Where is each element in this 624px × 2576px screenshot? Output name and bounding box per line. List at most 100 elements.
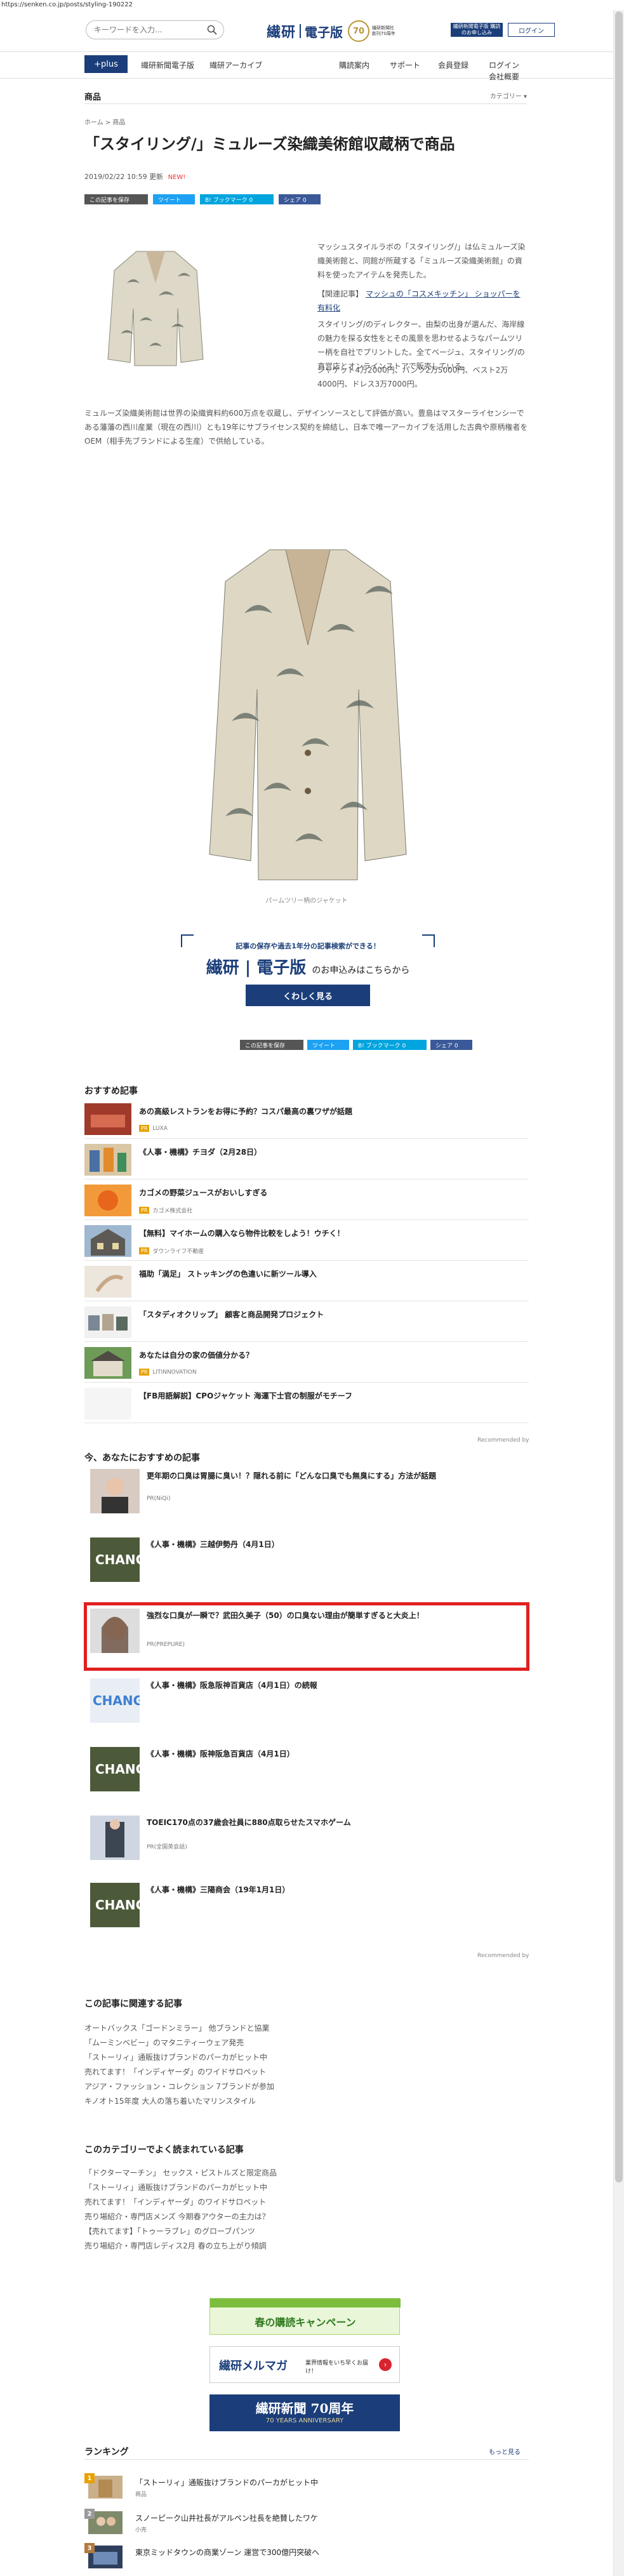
anniversary-banner[interactable]: 繊研新聞 70周年 70 YEARS ANNIVERSARY <box>209 2394 400 2431</box>
jacket-thumbnail-image[interactable] <box>102 239 209 372</box>
popular-links: 「ドクターマーチン」 セックス・ピストルズと限定商品 「ストーリィ」通販抜けブラ… <box>84 2166 338 2254</box>
share-row-bottom: この記事を保存 ツイート B! ブックマーク 0 シェア 0 <box>240 1040 472 1050</box>
svg-text:CHANG: CHANG <box>95 1552 140 1567</box>
anniversary-banner-title: 繊研新聞 70周年 <box>255 2401 354 2416</box>
jacket-main-image[interactable] <box>181 524 435 893</box>
logo-sub: 電子版 <box>305 24 343 40</box>
article-thumbnail <box>84 1144 131 1176</box>
facebook-share-button[interactable]: シェア 0 <box>279 194 321 204</box>
ranking-title: 東京ミッドタウンの商業ゾーン 運営で300億円突破へ <box>135 2548 320 2557</box>
campaign-banner[interactable]: 春の購読キャンペーン <box>209 2298 401 2335</box>
related-link[interactable]: オートバックス「ゴードンミラー」 他ブランドと協業 <box>84 2021 338 2036</box>
recommended-item-title: あの高級レストランをお得に予約？コスパ最高の裏ワザが話題 <box>139 1107 353 1116</box>
related-link[interactable]: 売れてます！「インディヤーダ」のワイドサロペット <box>84 2065 338 2080</box>
nav-link-register[interactable]: 会員登録 <box>438 60 468 70</box>
recommended-item[interactable]: 福助「満足」 ストッキングの色違いに新ツール導入 <box>84 1262 529 1301</box>
recommended-item[interactable]: カゴメの野菜ジュースがおいしすぎる PR カゴメ株式会社 <box>84 1181 529 1220</box>
now-recommended-title: 《人事・機構》阪急阪神百貨店（4月1日）の続報 <box>147 1681 317 1690</box>
article-title: 「スタイリング/」ミュルーズ染織美術館収蔵柄で商品 <box>84 135 455 153</box>
facebook-share-button-bottom[interactable]: シェア 0 <box>430 1040 472 1050</box>
hatena-bookmark-button[interactable]: B! ブックマーク 0 <box>200 194 274 204</box>
header-login-button[interactable]: ログイン <box>508 23 555 37</box>
save-article-button-bottom[interactable]: この記事を保存 <box>240 1040 303 1050</box>
promo-details-button[interactable]: くわしく見る <box>246 985 370 1006</box>
nav-link-archive[interactable]: 繊研アーカイブ <box>209 60 262 70</box>
article-date: 2019/02/22 10:59 更新 <box>84 173 164 181</box>
nav-link-company[interactable]: 会社概要 <box>489 71 519 82</box>
svg-text:CHANG: CHANG <box>93 1693 140 1708</box>
tweet-button[interactable]: ツイート <box>153 194 195 204</box>
recommended-by-label[interactable]: Recommended by <box>477 1437 529 1444</box>
popular-link[interactable]: 「ストーリィ」通販抜けブランドのパーカがヒット中 <box>84 2181 338 2195</box>
image-caption: パームツリー柄のジャケット <box>265 898 348 905</box>
sponsor-name: ダウンライフ不動産 <box>152 1249 204 1255</box>
recommended-item[interactable]: 【FB用語解説】CPOジャケット 海運下士官の制服がモチーフ <box>84 1384 529 1423</box>
sponsor-label: PR LUXA <box>139 1125 168 1132</box>
related-link[interactable]: 「ストーリィ」通販抜けブランドのパーカがヒット中 <box>84 2050 338 2065</box>
nav-link-subscription[interactable]: 購読案内 <box>339 60 369 70</box>
sponsor-label: PR ダウンライフ不動産 <box>139 1247 204 1255</box>
promo-logo: 繊研 | 電子版 のお申込みはこちらから <box>181 955 435 978</box>
search-input[interactable] <box>94 25 202 34</box>
related-links: オートバックス「ゴードンミラー」 他ブランドと協業 「ムーミンベビー」のマタニテ… <box>84 2021 338 2109</box>
search-box[interactable] <box>86 20 224 39</box>
logo-divider <box>300 24 302 38</box>
hatena-bookmark-button-bottom[interactable]: B! ブックマーク 0 <box>353 1040 427 1050</box>
now-recommended-item[interactable]: CHANG 《人事・機構》三陽商会（19年1月1日） <box>84 1879 529 1940</box>
digital-promo-box: 記事の保存や過去1年分の記事検索ができる！ 繊研 | 電子版 のお申込みはこちら… <box>181 934 435 1017</box>
article-thumbnail <box>84 1347 131 1379</box>
now-recommended-item[interactable]: CHANG 《人事・機構》阪神阪急百貨店（4月1日） <box>84 1743 529 1804</box>
save-article-button[interactable]: この記事を保存 <box>84 194 148 204</box>
browser-url: https://senken.co.jp/posts/styling-19022… <box>1 1 133 8</box>
related-link[interactable]: アジア・ファッション・コレクション 7ブランドが参加 <box>84 2080 338 2094</box>
recommended-item[interactable]: あの高級レストランをお得に予約？コスパ最高の裏ワザが話題 PR LUXA <box>84 1099 529 1139</box>
now-recommended-item[interactable]: CHANG 《人事・機構》阪急阪神百貨店（4月1日）の続報 <box>84 1675 529 1736</box>
category-label: 商品 <box>84 93 102 102</box>
related-link[interactable]: キノオト15年度 大人の落ち着いたマリンスタイル <box>84 2094 338 2109</box>
now-recommended-item[interactable]: 更年期の口臭は胃腸に臭い！？隠れる前に「どんな口臭でも無臭にする」方法が話題 P… <box>84 1465 529 1526</box>
nav-link-digital[interactable]: 繊研新聞電子版 <box>141 60 194 70</box>
popular-link[interactable]: 売り場紹介・専門店メンズ 今期春アウターの主力は？ <box>84 2210 338 2224</box>
ranking-item[interactable]: 2 スノーピーク山井社長がアルペン社長を絶賛したワケ 小売 <box>84 2506 529 2535</box>
popular-link[interactable]: 【売れてます】「トゥーラブレ」のグローブパンツ <box>84 2224 338 2239</box>
nav-link-support[interactable]: サポート <box>390 60 420 70</box>
related-link[interactable]: 「ムーミンベビー」のマタニティーウェア発売 <box>84 2036 338 2050</box>
anniversary-text: 繊研新聞社創刊70周年 <box>372 25 395 36</box>
popular-link[interactable]: 売れてます！「インディヤーダ」のワイドサロペット <box>84 2195 338 2210</box>
promo-corner <box>422 934 435 947</box>
site-logo[interactable]: 繊研 電子版 70 繊研新聞社創刊70周年 <box>267 19 400 43</box>
tweet-button-bottom[interactable]: ツイート <box>307 1040 349 1050</box>
category-select[interactable]: カテゴリー ▾ <box>490 91 527 100</box>
popular-link[interactable]: 売り場紹介・専門店レディス2月 春の立ち上がり傾調 <box>84 2239 338 2254</box>
anniversary-badge: 70 <box>348 20 370 42</box>
breadcrumb[interactable]: ホーム > 商品 <box>84 117 125 126</box>
now-recommended-item[interactable]: TOEIC170点の37歳会社員に880点取らせたスマホゲーム PR(全国英会話… <box>84 1812 529 1873</box>
ranking-item[interactable]: 3 東京ミッドタウンの商業ゾーン 運営で300億円突破へ <box>84 2540 529 2570</box>
recommended-item[interactable]: 《人事・機構》チヨダ（2月28日） <box>84 1140 529 1179</box>
mailmag-banner[interactable]: 繊研メルマガ 業界情報をいち早くお届け！ › <box>209 2346 400 2383</box>
subscribe-banner[interactable]: 繊研新聞電子版 購読のお申し込み <box>451 23 503 37</box>
now-recommended-item[interactable]: CHANG 《人事・機構》三越伊勢丹（4月1日） <box>84 1534 529 1595</box>
ranking-item[interactable]: 1 「ストーリィ」通販抜けブランドのパーカがヒット中 商品 <box>84 2471 529 2500</box>
nav-link-login[interactable]: ログイン <box>489 60 519 70</box>
recommended-by-label-2[interactable]: Recommended by <box>477 1953 529 1959</box>
ranking-title: スノーピーク山井社長がアルペン社長を絶賛したワケ <box>135 2514 318 2523</box>
main-nav: +plus 繊研新聞電子版 繊研アーカイブ 購読案内 サポート 会員登録 ログイ… <box>0 52 613 82</box>
plus-button[interactable]: +plus <box>84 55 128 73</box>
anniversary-banner-sub: 70 YEARS ANNIVERSARY <box>265 2417 344 2424</box>
now-recommended-source: PR(NiQi) <box>147 1496 171 1502</box>
search-icon[interactable] <box>207 25 217 35</box>
popular-link[interactable]: 「ドクターマーチン」 セックス・ピストルズと限定商品 <box>84 2166 338 2181</box>
recommended-item[interactable]: 「スタディオクリップ」 顧客と商品開発プロジェクト <box>84 1303 529 1342</box>
scrollbar-thumb[interactable] <box>615 11 623 2182</box>
sponsor-name: LITINNOVATION <box>152 1369 197 1376</box>
ranking-more-link[interactable]: もっと見る <box>489 2447 521 2456</box>
article-thumbnail: CHANG <box>90 1747 140 1791</box>
now-recommended-title: 《人事・機構》三越伊勢丹（4月1日） <box>147 1540 279 1549</box>
article-meta: 2019/02/22 10:59 更新 NEW! <box>84 171 185 182</box>
recommended-item[interactable]: 【無料】マイホームの購入なら物件比較をしよう！ウチく！ PR ダウンライフ不動産 <box>84 1221 529 1261</box>
article-thumbnail <box>84 1266 131 1298</box>
article-thumbnail <box>84 1225 131 1257</box>
recommended-item[interactable]: あなたは自分の家の価値分かる？ PR LITINNOVATION <box>84 1343 529 1383</box>
sponsor-label: PR LITINNOVATION <box>139 1369 197 1376</box>
